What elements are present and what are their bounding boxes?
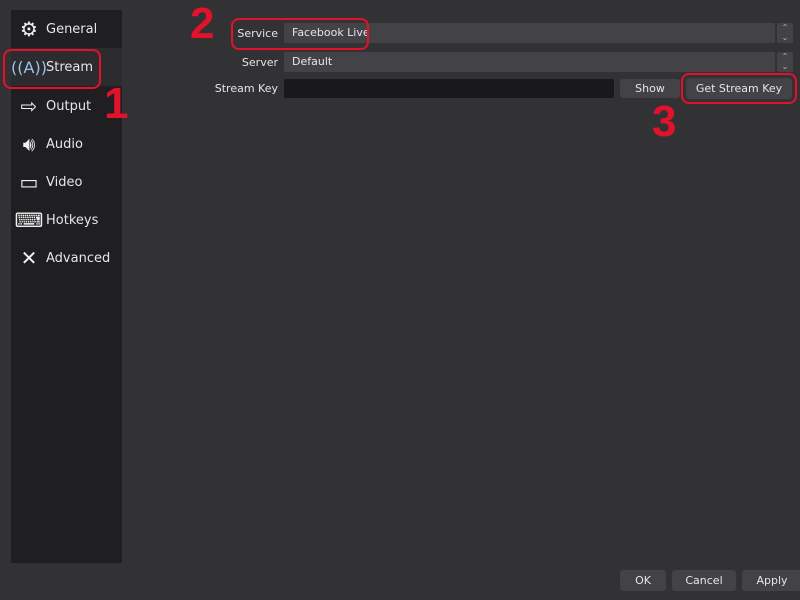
stream-key-label: Stream Key <box>214 82 278 95</box>
show-button[interactable]: Show <box>620 79 680 98</box>
keyboard-icon: ⌨ <box>14 208 44 232</box>
annotation-box-stream <box>3 49 101 89</box>
server-label: Server <box>241 56 278 69</box>
ok-button[interactable]: OK <box>620 570 666 591</box>
annotation-number-1: 1 <box>104 79 129 128</box>
sidebar-item-video[interactable]: ▭ Video <box>11 163 122 201</box>
service-spinner-icon[interactable]: ⌃ ⌄ <box>777 23 793 43</box>
server-spinner-icon[interactable]: ⌃ ⌄ <box>777 52 793 72</box>
output-monitor-icon: ⇨ <box>20 94 38 118</box>
stream-key-input[interactable] <box>284 79 614 98</box>
gear-icon: ⚙ <box>20 17 38 41</box>
speaker-icon: 🔊︎ <box>22 132 36 156</box>
server-select[interactable]: Default <box>284 52 775 72</box>
annotation-number-2: 2 <box>190 0 215 48</box>
annotation-box-get-key <box>681 73 797 104</box>
cancel-button[interactable]: Cancel <box>672 570 736 591</box>
annotation-number-3: 3 <box>652 97 677 146</box>
apply-button[interactable]: Apply <box>742 570 800 591</box>
monitor-icon: ▭ <box>19 170 39 194</box>
sidebar-item-advanced[interactable]: ✕ Advanced <box>11 239 122 277</box>
sidebar-item-general[interactable]: ⚙ General <box>11 10 122 48</box>
annotation-box-service <box>231 18 369 50</box>
tools-icon: ✕ <box>20 246 38 270</box>
sidebar-item-audio[interactable]: 🔊︎ Audio <box>11 125 122 163</box>
sidebar-item-hotkeys[interactable]: ⌨ Hotkeys <box>11 201 122 239</box>
